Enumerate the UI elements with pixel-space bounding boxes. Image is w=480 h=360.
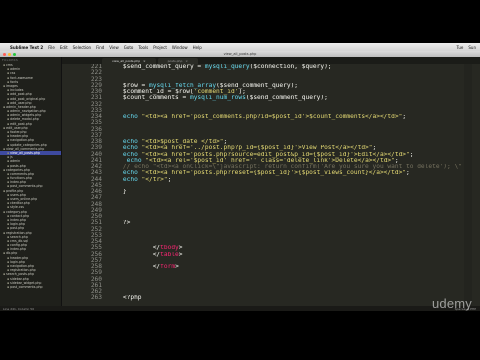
file-icon: ▪ — [3, 63, 6, 67]
code-line[interactable]: <?php — [108, 295, 472, 301]
menubar-status-item[interactable]: Sun — [468, 45, 476, 50]
file-sidebar: FOLDERS ▪cms ▪admin ▪css ▪font-awesome ▪font… — [0, 57, 62, 311]
code-area[interactable]: $send_comment_query = mysqli_query($conn… — [108, 64, 472, 306]
tab-label: view_all_posts.php — [112, 59, 141, 63]
tab-label: posts.php — [167, 59, 183, 63]
menu-item[interactable]: Selection — [73, 45, 91, 50]
file-icon: ▪ — [3, 251, 6, 256]
menu-item[interactable]: Help — [193, 45, 202, 50]
file-icon: ▪ — [3, 209, 6, 214]
minimap[interactable] — [464, 64, 472, 306]
window-title: view_all_posts.php — [223, 52, 257, 56]
code-editor[interactable]: 221 222 223 229 230 231 232 233 234 235 236 237 238 2… — [62, 64, 472, 306]
sidebar-item[interactable]: ▪post_comments.php — [0, 285, 61, 289]
file-icon: ▪ — [7, 92, 10, 97]
line-number: 263 — [90, 294, 102, 302]
file-icon: ▪ — [3, 272, 6, 277]
sidebar-item-label: post_comments.php — [10, 284, 43, 289]
menu-item[interactable]: Tools — [138, 45, 148, 50]
menu-item[interactable]: Sublime Text 2 — [10, 45, 43, 50]
tab-bar: view_all_posts.php × posts.php × — [62, 57, 480, 64]
minimize-button[interactable] — [8, 52, 11, 56]
file-icon: ▪ — [3, 230, 6, 235]
udemy-watermark: udemy — [431, 296, 472, 311]
menubar-right: Tue Sun — [457, 45, 480, 50]
status-position: Line 241, Column 50 — [3, 306, 35, 311]
line-number-gutter: 221 222 223 229 230 231 232 233 234 235 236 237 238 2… — [62, 64, 104, 306]
window-controls — [3, 52, 16, 56]
file-icon: ▪ — [7, 71, 10, 76]
file-icon: ▪ — [3, 188, 6, 193]
file-icon: ▪ — [7, 117, 10, 122]
file-icon: ▪ — [3, 83, 6, 88]
menubar: Sublime Text 2 File Edit Selection Find View G… — [0, 43, 480, 51]
file-icon: ▪ — [3, 146, 6, 151]
menu-item[interactable]: File — [48, 45, 55, 50]
file-icon: ▪ — [7, 96, 10, 101]
close-tab-icon[interactable]: × — [143, 59, 146, 63]
file-icon: ▪ — [3, 125, 6, 130]
menu-item[interactable]: Goto — [124, 45, 134, 50]
menu-item[interactable]: Find — [96, 45, 104, 50]
sidebar-item-label: view_all_posts.php — [10, 150, 41, 155]
menu-items: Sublime Text 2 File Edit Selection Find View G… — [10, 45, 202, 50]
editor-window: view_all_posts.php FOLDERS ▪cms ▪admin ▪cs… — [0, 51, 480, 311]
file-icon: ▪ — [7, 138, 10, 143]
menu-item[interactable]: Window — [172, 45, 188, 50]
zoom-button[interactable] — [13, 52, 16, 56]
file-icon: ▪ — [7, 284, 10, 289]
menu-item[interactable]: Project — [153, 45, 167, 50]
menu-item[interactable]: Edit — [60, 45, 68, 50]
file-icon: ▪ — [7, 276, 10, 281]
menubar-status-item[interactable]: Tue — [457, 45, 464, 50]
close-tab-icon[interactable]: × — [185, 59, 188, 63]
file-icon: ▪ — [3, 104, 6, 109]
menu-item[interactable]: View — [109, 45, 119, 50]
file-icon: ▪ — [7, 159, 10, 164]
sidebar-file-list: ▪cms ▪admin ▪css ▪font-awesome ▪fonts ▪images… — [0, 63, 61, 289]
status-bar: Line 241, Column 50 Spaces: 4 PHP — [0, 306, 480, 311]
file-icon: ▪ — [3, 167, 6, 172]
file-icon: ▪ — [7, 75, 10, 80]
close-button[interactable] — [3, 52, 6, 56]
